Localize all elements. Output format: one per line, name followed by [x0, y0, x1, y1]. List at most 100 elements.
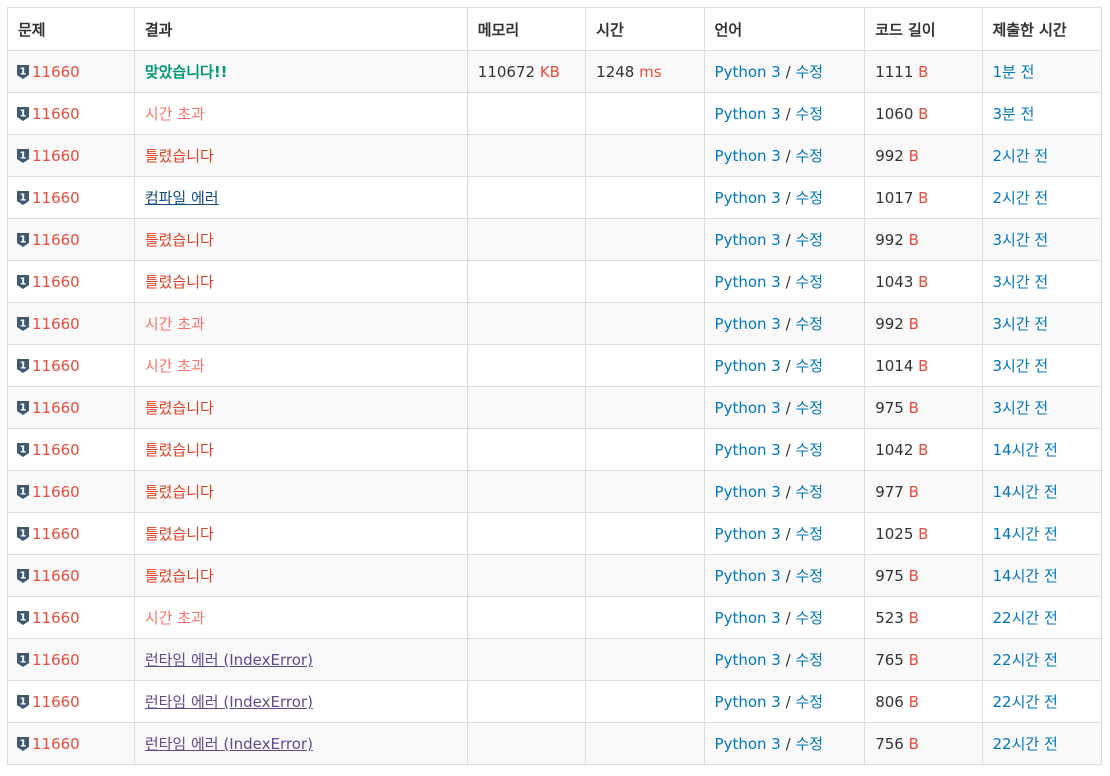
submitted-time-link[interactable]: 1분 전 [993, 63, 1035, 81]
edit-link[interactable]: 수정 [795, 651, 823, 669]
edit-link[interactable]: 수정 [795, 609, 823, 627]
edit-link[interactable]: 수정 [795, 483, 823, 501]
result-status-link[interactable]: 컴파일 에러 [145, 189, 219, 207]
edit-link[interactable]: 수정 [795, 441, 823, 459]
edit-link[interactable]: 수정 [795, 273, 823, 291]
result-status-link[interactable]: 런타임 에러 (IndexError) [145, 693, 313, 711]
badge-level-text: 1 [20, 276, 27, 287]
edit-link[interactable]: 수정 [795, 63, 823, 81]
problem-link[interactable]: 11660 [32, 609, 80, 627]
submitted-time-link[interactable]: 3시간 전 [993, 273, 1049, 291]
submitted-time-link[interactable]: 22시간 전 [993, 735, 1058, 753]
problem-link[interactable]: 11660 [32, 735, 80, 753]
submitted-time-link[interactable]: 2시간 전 [993, 147, 1049, 165]
level-shield-icon[interactable]: 1 [16, 400, 30, 416]
code-length-value: 992 [875, 314, 904, 333]
problem-link[interactable]: 11660 [32, 231, 80, 249]
problem-link[interactable]: 11660 [32, 483, 80, 501]
level-shield-icon[interactable]: 1 [16, 316, 30, 332]
level-shield-icon[interactable]: 1 [16, 148, 30, 164]
problem-cell: 1 11660 [7, 512, 135, 555]
language-link[interactable]: Python 3 [715, 735, 781, 753]
problem-link[interactable]: 11660 [32, 189, 80, 207]
submitted-time-link[interactable]: 3시간 전 [993, 399, 1049, 417]
submitted-time-link[interactable]: 22시간 전 [993, 651, 1058, 669]
result-cell: 틀렸습니다 [133, 428, 468, 471]
submitted-time-link[interactable]: 3분 전 [993, 105, 1035, 123]
result-status: 틀렸습니다 [144, 273, 214, 291]
level-shield-icon[interactable]: 1 [16, 568, 30, 584]
language-link[interactable]: Python 3 [715, 231, 781, 249]
submitted-time-link[interactable]: 14시간 전 [993, 525, 1058, 543]
problem-link[interactable]: 11660 [32, 273, 80, 291]
edit-link[interactable]: 수정 [795, 105, 823, 123]
submitted-time-link[interactable]: 3시간 전 [993, 231, 1049, 249]
level-shield-icon[interactable]: 1 [16, 694, 30, 710]
level-shield-icon[interactable]: 1 [16, 64, 30, 80]
problem-link[interactable]: 11660 [32, 105, 80, 123]
edit-link[interactable]: 수정 [795, 189, 823, 207]
edit-link[interactable]: 수정 [795, 315, 823, 333]
language-link[interactable]: Python 3 [715, 63, 781, 81]
submitted-time-link[interactable]: 14시간 전 [993, 483, 1058, 501]
code-length-value: 523 [875, 608, 904, 627]
edit-link[interactable]: 수정 [795, 147, 823, 165]
level-shield-icon[interactable]: 1 [16, 736, 30, 752]
time-cell: 1248 ms [585, 50, 705, 93]
problem-link[interactable]: 11660 [32, 399, 80, 417]
badge-level-text: 1 [20, 402, 27, 413]
language-link[interactable]: Python 3 [715, 567, 781, 585]
problem-link[interactable]: 11660 [32, 651, 80, 669]
memory-cell [466, 92, 587, 135]
problem-link[interactable]: 11660 [32, 63, 80, 81]
language-link[interactable]: Python 3 [715, 357, 781, 375]
level-shield-icon[interactable]: 1 [16, 358, 30, 374]
edit-link[interactable]: 수정 [795, 357, 823, 375]
problem-link[interactable]: 11660 [32, 525, 80, 543]
submitted-time-link[interactable]: 22시간 전 [993, 609, 1058, 627]
submitted-time-link[interactable]: 14시간 전 [993, 567, 1058, 585]
edit-link[interactable]: 수정 [795, 693, 823, 711]
submitted-time-link[interactable]: 14시간 전 [993, 441, 1058, 459]
language-link[interactable]: Python 3 [715, 651, 781, 669]
result-status-link[interactable]: 런타임 에러 (IndexError) [145, 651, 313, 669]
language-link[interactable]: Python 3 [715, 105, 781, 123]
language-link[interactable]: Python 3 [715, 189, 781, 207]
language-link[interactable]: Python 3 [715, 483, 781, 501]
submitted-time-link[interactable]: 2시간 전 [993, 189, 1049, 207]
problem-link[interactable]: 11660 [32, 315, 80, 333]
level-shield-icon[interactable]: 1 [16, 106, 30, 122]
language-link[interactable]: Python 3 [715, 399, 781, 417]
level-shield-icon[interactable]: 1 [16, 442, 30, 458]
problem-link[interactable]: 11660 [32, 357, 80, 375]
code-length-unit: B [918, 272, 929, 291]
level-shield-icon[interactable]: 1 [16, 610, 30, 626]
submitted-time-link[interactable]: 3시간 전 [993, 315, 1049, 333]
problem-link[interactable]: 11660 [32, 567, 80, 585]
language-link[interactable]: Python 3 [715, 609, 781, 627]
submitted-time-link[interactable]: 3시간 전 [993, 357, 1049, 375]
language-link[interactable]: Python 3 [715, 693, 781, 711]
edit-link[interactable]: 수정 [795, 567, 823, 585]
level-shield-icon[interactable]: 1 [16, 274, 30, 290]
edit-link[interactable]: 수정 [795, 525, 823, 543]
language-link[interactable]: Python 3 [715, 525, 781, 543]
language-link[interactable]: Python 3 [715, 273, 781, 291]
edit-link[interactable]: 수정 [795, 231, 823, 249]
language-link[interactable]: Python 3 [715, 315, 781, 333]
edit-link[interactable]: 수정 [795, 735, 823, 753]
memory-cell [466, 260, 587, 303]
submitted-time-link[interactable]: 22시간 전 [993, 693, 1058, 711]
level-shield-icon[interactable]: 1 [16, 484, 30, 500]
edit-link[interactable]: 수정 [795, 399, 823, 417]
level-shield-icon[interactable]: 1 [16, 232, 30, 248]
problem-link[interactable]: 11660 [32, 693, 80, 711]
level-shield-icon[interactable]: 1 [16, 526, 30, 542]
problem-link[interactable]: 11660 [32, 147, 80, 165]
level-shield-icon[interactable]: 1 [16, 190, 30, 206]
language-link[interactable]: Python 3 [715, 441, 781, 459]
result-status-link[interactable]: 런타임 에러 (IndexError) [145, 735, 313, 753]
level-shield-icon[interactable]: 1 [16, 652, 30, 668]
language-link[interactable]: Python 3 [715, 147, 781, 165]
problem-link[interactable]: 11660 [32, 441, 80, 459]
